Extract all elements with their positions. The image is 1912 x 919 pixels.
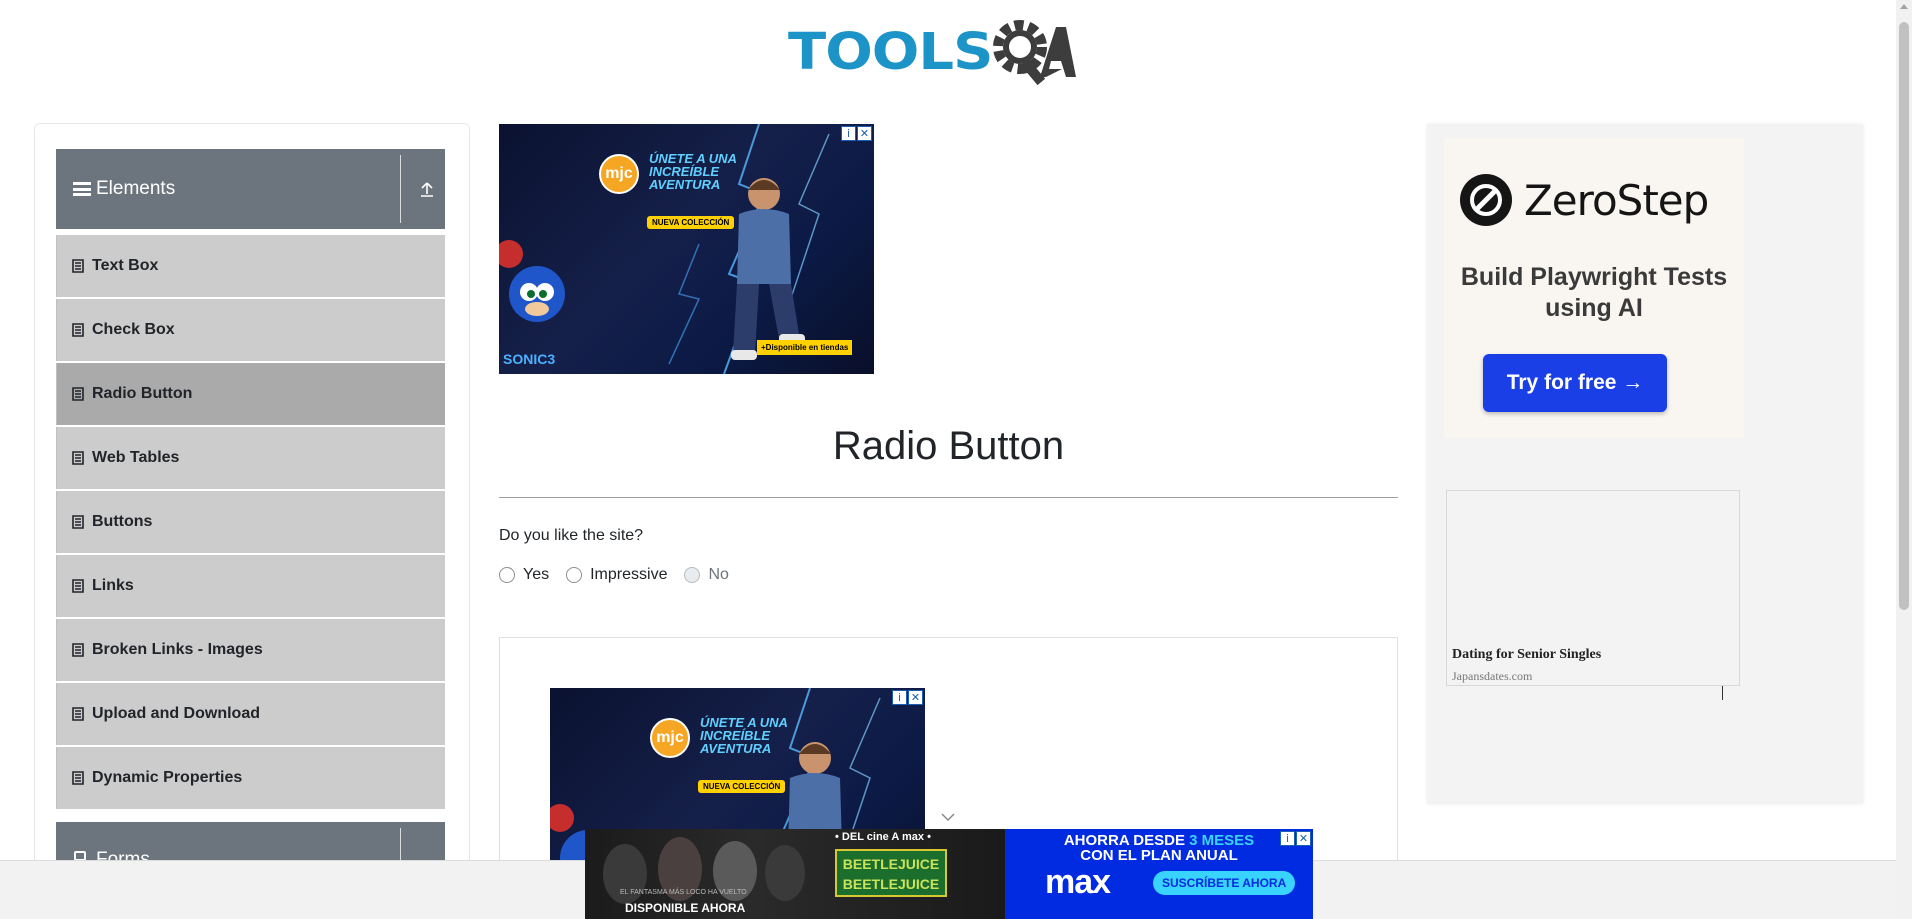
svg-text:SONIC3: SONIC3 <box>503 351 555 367</box>
radio-impressive[interactable]: Impressive <box>566 566 667 584</box>
ad-banner-top[interactable]: i ✕ SONIC3 mjc ÚNETE A UNA INCREÍBLE AVE… <box>499 124 874 374</box>
sidebar-item-radio-button[interactable]: Radio Button <box>56 363 445 425</box>
ad-banner-bottom[interactable]: • DEL cine A max • BEETLEJUICE BEETLEJUI… <box>585 829 1313 919</box>
ad-close-icon[interactable]: ✕ <box>1296 831 1311 846</box>
beetlejuice-logo: BEETLEJUICE BEETLEJUICE <box>835 849 947 897</box>
document-icon <box>72 707 84 721</box>
mjc-logo: mjc <box>599 154 639 194</box>
ad-info-icon[interactable]: i <box>1280 831 1295 846</box>
ad-tagline: EL FANTASMA MÁS LOCO HA VUELTO <box>620 889 747 896</box>
sidebar-item-label: Check Box <box>92 321 175 338</box>
ad-availability: +Disponible en tiendas <box>757 340 853 355</box>
group-title: Elements <box>96 178 176 199</box>
ad-info-icon[interactable]: i <box>841 126 856 141</box>
radio-input-yes[interactable] <box>499 567 515 583</box>
scroll-thumb[interactable] <box>1899 22 1909 610</box>
ad-close-icon[interactable]: ✕ <box>857 126 872 141</box>
page-title: Radio Button <box>832 424 1065 468</box>
ad-choices[interactable]: i ✕ <box>892 690 923 705</box>
chevron-down-icon[interactable] <box>940 812 956 822</box>
sidebar-item-label: Dynamic Properties <box>92 769 243 786</box>
title-divider <box>499 497 1398 498</box>
toolsqa-logo[interactable]: TOOLS <box>788 16 1077 90</box>
sidebar-item-check-box[interactable]: Check Box <box>56 299 445 361</box>
sidebar-item-buttons[interactable]: Buttons <box>56 491 445 553</box>
document-icon <box>72 323 84 337</box>
sidebar-item-label: Radio Button <box>92 385 193 402</box>
sidebar-item-upload-download[interactable]: Upload and Download <box>56 683 445 745</box>
page-scrollbar[interactable] <box>1896 0 1912 919</box>
ad-choices[interactable]: i ✕ <box>841 126 872 141</box>
subscribe-button[interactable]: SUSCRÍBETE AHORA <box>1153 871 1296 895</box>
sidebar-item-web-tables[interactable]: Web Tables <box>56 427 445 489</box>
sidebar-item-label: Web Tables <box>92 449 180 466</box>
sidebar-item-broken-links[interactable]: Broken Links - Images <box>56 619 445 681</box>
header-divider <box>400 828 401 860</box>
sidebar-item-label: Buttons <box>92 513 153 530</box>
dating-ad-title[interactable]: Dating for Senior Singles <box>1452 647 1601 663</box>
document-icon <box>72 643 84 657</box>
forms-group-header[interactable]: Forms <box>56 822 445 860</box>
elements-group-header[interactable]: Elements <box>56 149 445 229</box>
radio-label-yes[interactable]: Yes <box>523 566 549 584</box>
ad-choices[interactable]: i ✕ <box>1280 831 1311 846</box>
document-icon <box>72 387 84 401</box>
logo-text: TOOLS <box>788 23 993 82</box>
zerostep-logo-icon <box>1460 174 1512 226</box>
question-label: Do you like the site? <box>499 527 644 544</box>
elements-menu: Text Box Check Box Radio Button Web Tabl… <box>56 235 445 811</box>
available-now-label: DISPONIBLE AHORA <box>625 901 746 915</box>
dating-ad-site: Japansdates.com <box>1452 669 1533 683</box>
sidebar-item-label: Broken Links - Images <box>92 641 263 658</box>
beetlejuice-ad-left: • DEL cine A max • BEETLEJUICE BEETLEJUI… <box>585 829 1005 919</box>
try-for-free-button[interactable]: Try for free → <box>1483 354 1667 412</box>
radio-input-impressive[interactable] <box>566 567 583 583</box>
radio-yes[interactable]: Yes <box>499 566 549 584</box>
zerostep-brand: ZeroStep <box>1460 174 1709 226</box>
dating-ad[interactable]: Dating for Senior Singles Japansdates.co… <box>1446 490 1740 686</box>
radio-label-impressive[interactable]: Impressive <box>590 566 667 584</box>
sidebar-item-links[interactable]: Links <box>56 555 445 617</box>
radio-no: No <box>684 566 729 584</box>
document-icon <box>72 451 84 465</box>
zerostep-name: ZeroStep <box>1524 175 1709 225</box>
sonic-graphic: SONIC3 <box>499 240 565 367</box>
group-title: Forms <box>96 849 150 860</box>
promo-line2: CON EL PLAN ANUAL <box>1080 847 1238 864</box>
sidebar-item-text-box[interactable]: Text Box <box>56 235 445 297</box>
max-ad-right: AHORRA DESDE 3 MESES CON EL PLAN ANUAL m… <box>1005 829 1313 919</box>
forms-icon <box>74 851 86 860</box>
sidebar-item-label: Upload and Download <box>92 705 260 722</box>
boy-figure <box>731 178 805 360</box>
document-icon <box>72 771 84 785</box>
mjc-logo: mjc <box>650 718 690 758</box>
zerostep-ad[interactable]: ZeroStep Build Playwright Tests using AI… <box>1444 138 1744 438</box>
header-divider <box>400 155 401 223</box>
sidebar-item-label: Links <box>92 577 134 594</box>
document-icon <box>72 515 84 529</box>
ad-info-icon[interactable]: i <box>892 690 907 705</box>
sidebar-item-dynamic-properties[interactable]: Dynamic Properties <box>56 747 445 809</box>
collapse-icon[interactable] <box>415 177 439 201</box>
zerostep-tagline: Build Playwright Tests using AI <box>1460 263 1728 322</box>
menu-icon <box>73 182 91 196</box>
sidebar-item-label: Text Box <box>92 257 159 274</box>
max-logo: max <box>1045 863 1111 901</box>
page: TOOLS Elements Text Box Check Box Radio … <box>0 0 1912 919</box>
gear-magnifier-icon <box>993 20 1077 86</box>
scroll-up-arrow-icon[interactable] <box>1900 4 1908 9</box>
radio-group: Yes Impressive No <box>499 566 746 584</box>
document-icon <box>72 579 84 593</box>
document-icon <box>72 259 84 273</box>
promo-text: AHORRA DESDE 3 MESES CON EL PLAN ANUAL <box>1005 833 1313 863</box>
radio-label-no: No <box>708 566 729 583</box>
text-cursor <box>1722 686 1723 700</box>
ad-close-icon[interactable]: ✕ <box>908 690 923 705</box>
radio-input-no <box>684 567 701 583</box>
cine-to-max-label: • DEL cine A max • <box>835 831 931 843</box>
